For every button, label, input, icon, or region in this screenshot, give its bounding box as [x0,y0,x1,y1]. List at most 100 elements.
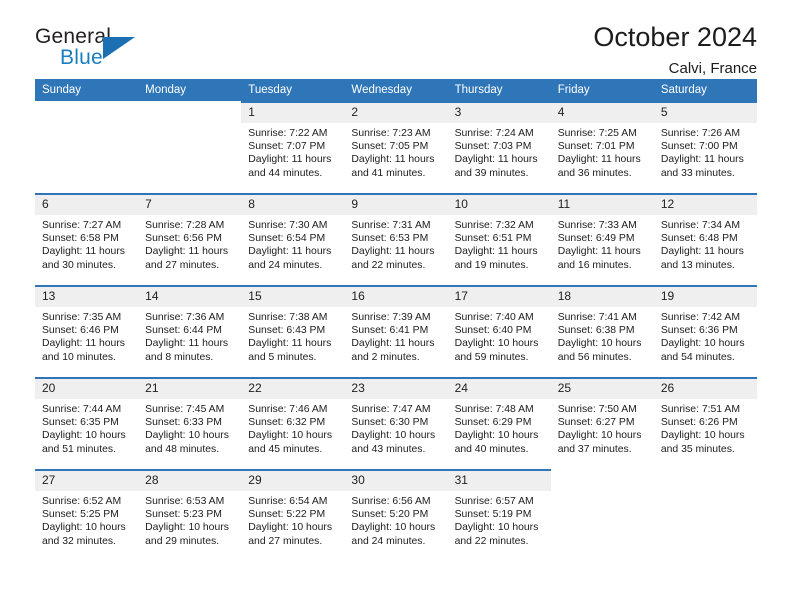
daylight-text-line1: Daylight: 10 hours [42,522,126,534]
day-number: 16 [344,287,448,307]
sunrise-text: Sunrise: 7:40 AM [454,312,534,323]
day-number: 22 [241,379,345,399]
calendar-day-cell[interactable]: 29 Sunrise: 6:54 AM Sunset: 5:22 PM Dayligh… [241,469,345,561]
day-info: Sunrise: 7:31 AM Sunset: 6:53 PM Daylight:… [344,215,447,272]
sunset-text: Sunset: 7:03 PM [454,141,532,153]
weekday-header-friday: Friday [550,79,654,102]
calendar-day-cell[interactable]: 31 Sunrise: 6:57 AM Sunset: 5:19 PM Dayligh… [447,469,551,561]
calendar-day-cell[interactable]: 13 Sunrise: 7:35 AM Sunset: 6:46 PM Dayligh… [35,285,139,378]
day-number: 24 [447,379,551,399]
daylight-text-line2: and 48 minutes. [145,443,220,455]
calendar-day-cell[interactable]: 22 Sunrise: 7:46 AM Sunset: 6:32 PM Dayligh… [241,377,345,470]
daylight-text-line1: Daylight: 11 hours [454,154,538,166]
daylight-text-line2: and 24 minutes. [351,535,426,547]
sunset-text: Sunset: 5:22 PM [248,509,326,521]
calendar-day-cell[interactable]: 26 Sunrise: 7:51 AM Sunset: 6:26 PM Dayligh… [653,377,757,470]
daylight-text-line2: and 51 minutes. [42,443,116,455]
sunrise-text: Sunrise: 7:24 AM [454,128,534,139]
daylight-text-line2: and 8 minutes. [145,351,214,363]
sunrise-text: Sunrise: 7:26 AM [660,128,740,139]
day-number: 25 [550,379,654,399]
calendar-day-cell[interactable]: 15 Sunrise: 7:38 AM Sunset: 6:43 PM Dayligh… [241,285,345,378]
day-number: 29 [241,471,345,491]
calendar-week-row: 1 Sunrise: 7:22 AM Sunset: 7:07 PM Daylight… [35,101,757,194]
calendar-day-cell[interactable]: 2 Sunrise: 7:23 AM Sunset: 7:05 PM Daylight… [344,101,448,194]
calendar-week-row: 27 Sunrise: 6:52 AM Sunset: 5:25 PM Dayligh… [35,469,757,561]
calendar-day-cell[interactable]: 25 Sunrise: 7:50 AM Sunset: 6:27 PM Dayligh… [550,377,654,470]
daylight-text-line2: and 43 minutes. [351,443,426,455]
sunrise-text: Sunrise: 6:56 AM [351,496,431,507]
sunrise-text: Sunrise: 7:44 AM [42,404,122,415]
daylight-text-line1: Daylight: 10 hours [351,522,436,534]
day-number: 31 [447,471,551,491]
calendar-day-cell[interactable]: 21 Sunrise: 7:45 AM Sunset: 6:33 PM Dayligh… [138,377,242,470]
daylight-text-line1: Daylight: 10 hours [248,522,333,534]
day-number: 6 [35,195,139,215]
weekday-header-thursday: Thursday [447,79,551,102]
day-number: 18 [550,287,654,307]
daylight-text-line1: Daylight: 11 hours [557,246,641,258]
calendar-day-cell[interactable]: 5 Sunrise: 7:26 AM Sunset: 7:00 PM Daylight… [653,101,757,194]
day-number: 2 [344,103,448,123]
calendar-day-cell[interactable]: 9 Sunrise: 7:31 AM Sunset: 6:53 PM Daylight… [344,193,448,286]
triangle-icon [103,37,135,59]
day-info: Sunrise: 7:42 AM Sunset: 6:36 PM Daylight:… [654,307,757,364]
sunset-text: Sunset: 6:53 PM [351,233,429,245]
day-info: Sunrise: 7:23 AM Sunset: 7:05 PM Daylight:… [344,123,447,180]
brand-logo[interactable]: General Blue [35,25,165,73]
calendar-day-cell[interactable]: 4 Sunrise: 7:25 AM Sunset: 7:01 PM Daylight… [550,101,654,194]
calendar-body: 1 Sunrise: 7:22 AM Sunset: 7:07 PM Daylight… [35,101,757,561]
day-number: 23 [344,379,448,399]
calendar-day-cell[interactable]: 19 Sunrise: 7:42 AM Sunset: 6:36 PM Dayligh… [653,285,757,378]
sunset-text: Sunset: 5:19 PM [454,509,532,521]
sunset-text: Sunset: 6:32 PM [248,417,326,429]
calendar-grid: Sunday Monday Tuesday Wednesday Thursday… [35,79,757,561]
day-info: Sunrise: 7:38 AM Sunset: 6:43 PM Daylight:… [241,307,344,364]
page-header: General Blue October 2024 Calvi, France [35,0,757,77]
sunrise-text: Sunrise: 7:47 AM [351,404,431,415]
calendar-day-cell[interactable]: 3 Sunrise: 7:24 AM Sunset: 7:03 PM Daylight… [447,101,551,194]
daylight-text-line1: Daylight: 10 hours [454,338,539,350]
calendar-day-cell[interactable]: 18 Sunrise: 7:41 AM Sunset: 6:38 PM Dayligh… [550,285,654,378]
sunrise-text: Sunrise: 7:23 AM [351,128,431,139]
sunset-text: Sunset: 6:41 PM [351,325,429,337]
calendar-day-cell[interactable]: 11 Sunrise: 7:33 AM Sunset: 6:49 PM Dayligh… [550,193,654,286]
sunrise-text: Sunrise: 6:54 AM [248,496,328,507]
daylight-text-line1: Daylight: 11 hours [351,338,435,350]
sunset-text: Sunset: 7:01 PM [557,141,635,153]
day-info: Sunrise: 7:24 AM Sunset: 7:03 PM Daylight:… [448,123,551,180]
daylight-text-line2: and 24 minutes. [248,259,323,271]
calendar-day-cell[interactable]: 8 Sunrise: 7:30 AM Sunset: 6:54 PM Daylight… [241,193,345,286]
calendar-day-cell[interactable]: 20 Sunrise: 7:44 AM Sunset: 6:35 PM Dayligh… [35,377,139,470]
calendar-day-cell[interactable]: 27 Sunrise: 6:52 AM Sunset: 5:25 PM Dayligh… [35,469,139,561]
day-info: Sunrise: 6:57 AM Sunset: 5:19 PM Daylight:… [448,491,551,548]
calendar-day-cell[interactable]: 14 Sunrise: 7:36 AM Sunset: 6:44 PM Dayligh… [138,285,242,378]
sunrise-text: Sunrise: 7:34 AM [660,220,740,231]
calendar-day-cell-empty [550,469,654,561]
calendar-day-cell[interactable]: 12 Sunrise: 7:34 AM Sunset: 6:48 PM Dayligh… [653,193,757,286]
day-info: Sunrise: 6:53 AM Sunset: 5:23 PM Daylight:… [138,491,241,548]
daylight-text-line2: and 5 minutes. [248,351,317,363]
calendar-day-cell[interactable]: 1 Sunrise: 7:22 AM Sunset: 7:07 PM Daylight… [241,101,345,194]
calendar-day-cell[interactable]: 10 Sunrise: 7:32 AM Sunset: 6:51 PM Dayligh… [447,193,551,286]
daylight-text-line1: Daylight: 10 hours [145,522,229,534]
calendar-day-cell[interactable]: 7 Sunrise: 7:28 AM Sunset: 6:56 PM Daylight… [138,193,242,286]
day-info: Sunrise: 7:22 AM Sunset: 7:07 PM Daylight:… [241,123,344,180]
daylight-text-line1: Daylight: 11 hours [351,154,435,166]
day-info: Sunrise: 6:52 AM Sunset: 5:25 PM Daylight:… [35,491,138,548]
calendar-day-cell-empty [35,101,139,194]
calendar-day-cell[interactable]: 28 Sunrise: 6:53 AM Sunset: 5:23 PM Dayligh… [138,469,242,561]
daylight-text-line2: and 13 minutes. [660,259,735,271]
calendar-day-cell[interactable]: 6 Sunrise: 7:27 AM Sunset: 6:58 PM Daylight… [35,193,139,286]
calendar-day-cell[interactable]: 17 Sunrise: 7:40 AM Sunset: 6:40 PM Dayligh… [447,285,551,378]
daylight-text-line1: Daylight: 11 hours [42,338,125,350]
daylight-text-line1: Daylight: 11 hours [248,154,332,166]
calendar-day-cell[interactable]: 16 Sunrise: 7:39 AM Sunset: 6:41 PM Dayligh… [344,285,448,378]
calendar-day-cell[interactable]: 24 Sunrise: 7:48 AM Sunset: 6:29 PM Dayligh… [447,377,551,470]
daylight-text-line1: Daylight: 10 hours [660,338,745,350]
calendar-day-cell[interactable]: 23 Sunrise: 7:47 AM Sunset: 6:30 PM Dayligh… [344,377,448,470]
day-info: Sunrise: 7:35 AM Sunset: 6:46 PM Daylight:… [35,307,138,364]
day-info: Sunrise: 7:48 AM Sunset: 6:29 PM Daylight:… [448,399,551,456]
calendar-day-cell[interactable]: 30 Sunrise: 6:56 AM Sunset: 5:20 PM Dayligh… [344,469,448,561]
day-info: Sunrise: 7:27 AM Sunset: 6:58 PM Daylight:… [35,215,138,272]
